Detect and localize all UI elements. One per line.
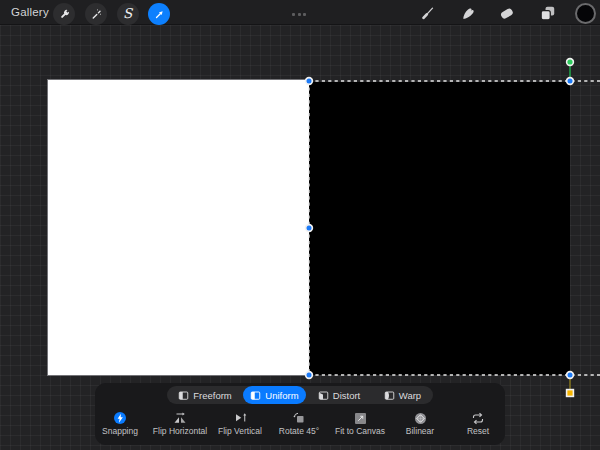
- uniform-icon: [250, 390, 261, 401]
- selection-handle-top-mid[interactable]: [566, 77, 574, 85]
- gallery-button[interactable]: Gallery: [11, 0, 49, 25]
- freeform-icon: [178, 390, 189, 401]
- fit-to-canvas-icon: [354, 412, 367, 425]
- layers-icon: [538, 4, 557, 23]
- selection-handle-rotate[interactable]: [566, 58, 574, 66]
- paint-brush-icon: [419, 4, 437, 22]
- top-toolbar: Gallery S: [0, 0, 600, 25]
- bilinear-icon: [414, 412, 427, 425]
- eraser-icon: [498, 4, 516, 22]
- adjustments-button[interactable]: [85, 3, 107, 25]
- action-label: Fit to Canvas: [335, 427, 385, 436]
- action-label: Flip Horizontal: [153, 427, 207, 436]
- action-label: Bilinear: [406, 427, 434, 436]
- mode-freeform-button[interactable]: Freeform: [167, 386, 243, 404]
- ellipsis-dot: [298, 13, 301, 16]
- brush-button[interactable]: [417, 2, 439, 24]
- warp-icon: [384, 390, 395, 401]
- selection-handle-bottom-left[interactable]: [305, 371, 313, 379]
- action-label: Reset: [467, 427, 489, 436]
- transform-panel: Freeform Uniform Distort: [95, 383, 505, 445]
- actions-button[interactable]: [53, 3, 75, 25]
- layers-button[interactable]: [536, 2, 558, 24]
- magic-wand-icon: [90, 8, 103, 21]
- transform-mode-segmented-control: Freeform Uniform Distort: [167, 386, 433, 404]
- smudge-finger-icon: [460, 5, 477, 22]
- mode-distort-button[interactable]: Distort: [306, 386, 372, 404]
- selection-handle-pivot[interactable]: [566, 389, 574, 397]
- flip-vertical-icon: [234, 411, 247, 425]
- reset-button[interactable]: Reset: [443, 411, 513, 443]
- smudge-button[interactable]: [457, 2, 479, 24]
- transform-button[interactable]: [148, 3, 170, 25]
- mode-label: Freeform: [193, 390, 232, 401]
- snapping-icon: [114, 412, 127, 425]
- selection-handle-left-mid[interactable]: [305, 224, 313, 232]
- mode-uniform-button[interactable]: Uniform: [243, 386, 306, 404]
- selection-handle-top-left[interactable]: [305, 77, 313, 85]
- procreate-transform-screen: Gallery S: [0, 0, 600, 450]
- mode-label: Uniform: [265, 390, 298, 401]
- action-label: Flip Vertical: [218, 427, 262, 436]
- mode-label: Distort: [333, 390, 360, 401]
- rotate-45-button[interactable]: Rotate 45°: [264, 411, 334, 443]
- action-label: Snapping: [102, 427, 138, 436]
- wrench-icon: [58, 8, 71, 21]
- selection-handle-bottom-mid[interactable]: [566, 371, 574, 379]
- canvas-options-button[interactable]: [292, 13, 306, 16]
- eraser-button[interactable]: [496, 2, 518, 24]
- mode-label: Warp: [399, 390, 421, 401]
- mode-warp-button[interactable]: Warp: [372, 386, 433, 404]
- flip-horizontal-icon: [173, 412, 187, 425]
- rotate-45-icon: [292, 411, 306, 425]
- reset-icon: [471, 412, 485, 425]
- distort-icon: [318, 390, 329, 401]
- transform-arrow-icon: [153, 8, 166, 21]
- color-well-button[interactable]: [575, 3, 596, 24]
- ellipsis-dot: [303, 13, 306, 16]
- action-label: Rotate 45°: [279, 427, 319, 436]
- selection-button[interactable]: S: [117, 3, 139, 25]
- ellipsis-dot: [292, 13, 295, 16]
- selection-s-icon: S: [123, 7, 132, 21]
